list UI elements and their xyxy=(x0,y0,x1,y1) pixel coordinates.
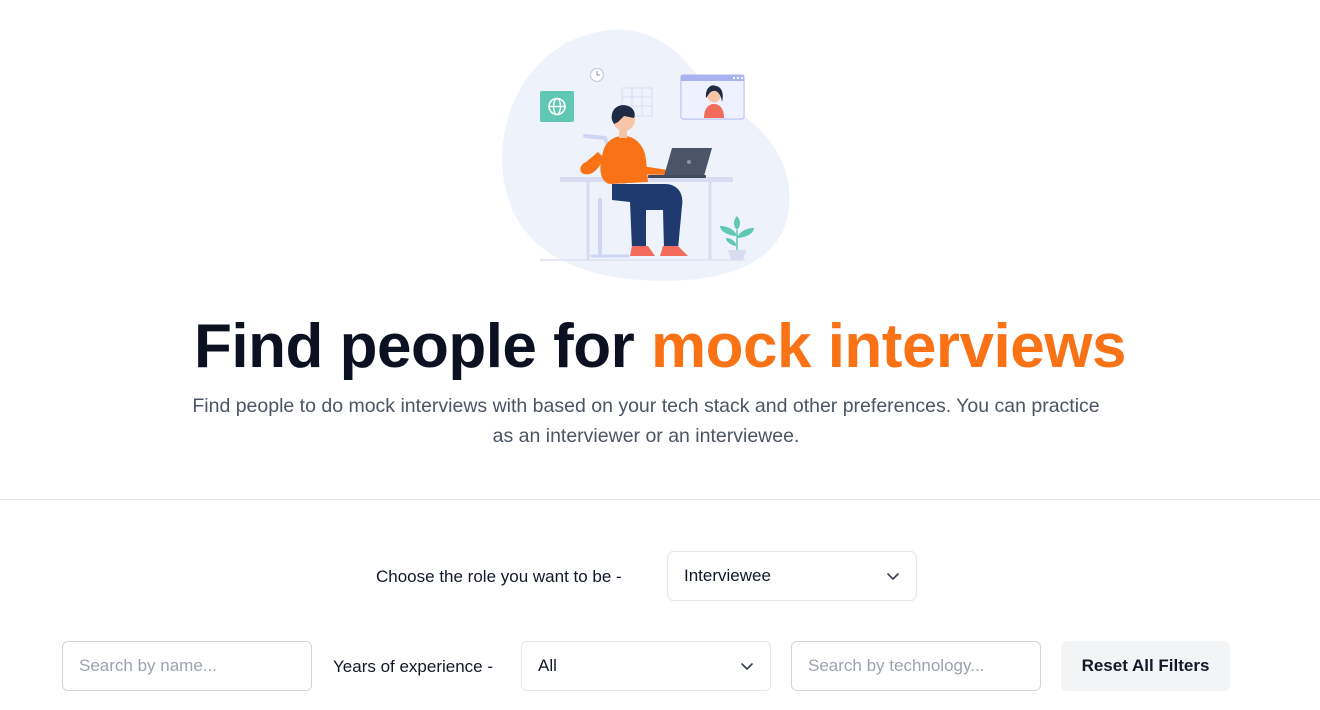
experience-select-value: All xyxy=(538,656,557,675)
chevron-down-icon xyxy=(740,659,754,673)
video-call-window xyxy=(680,74,745,120)
role-select-value: Interviewee xyxy=(684,566,771,585)
role-label: Choose the role you want to be - xyxy=(376,567,622,586)
globe-icon xyxy=(540,91,574,122)
chevron-down-icon xyxy=(886,569,900,583)
search-by-name-input[interactable] xyxy=(62,641,312,691)
experience-select[interactable]: All xyxy=(521,641,771,691)
page-subtitle: Find people to do mock interviews with b… xyxy=(192,395,1100,447)
page-title-main: Find people for xyxy=(194,312,652,381)
clock-icon xyxy=(589,67,605,83)
role-select[interactable]: Interviewee xyxy=(667,551,917,601)
experience-label: Years of experience - xyxy=(333,657,494,676)
section-divider xyxy=(0,499,1320,500)
hero-illustration xyxy=(502,29,790,281)
hero-section: Find people for mock interviews Find peo… xyxy=(0,0,1320,500)
search-by-technology-input[interactable] xyxy=(791,641,1041,691)
page-title-accent: mock interviews xyxy=(651,312,1126,381)
reset-all-filters-button[interactable]: Reset All Filters xyxy=(1061,641,1230,691)
page-title: Find people for mock interviews xyxy=(0,312,1320,382)
